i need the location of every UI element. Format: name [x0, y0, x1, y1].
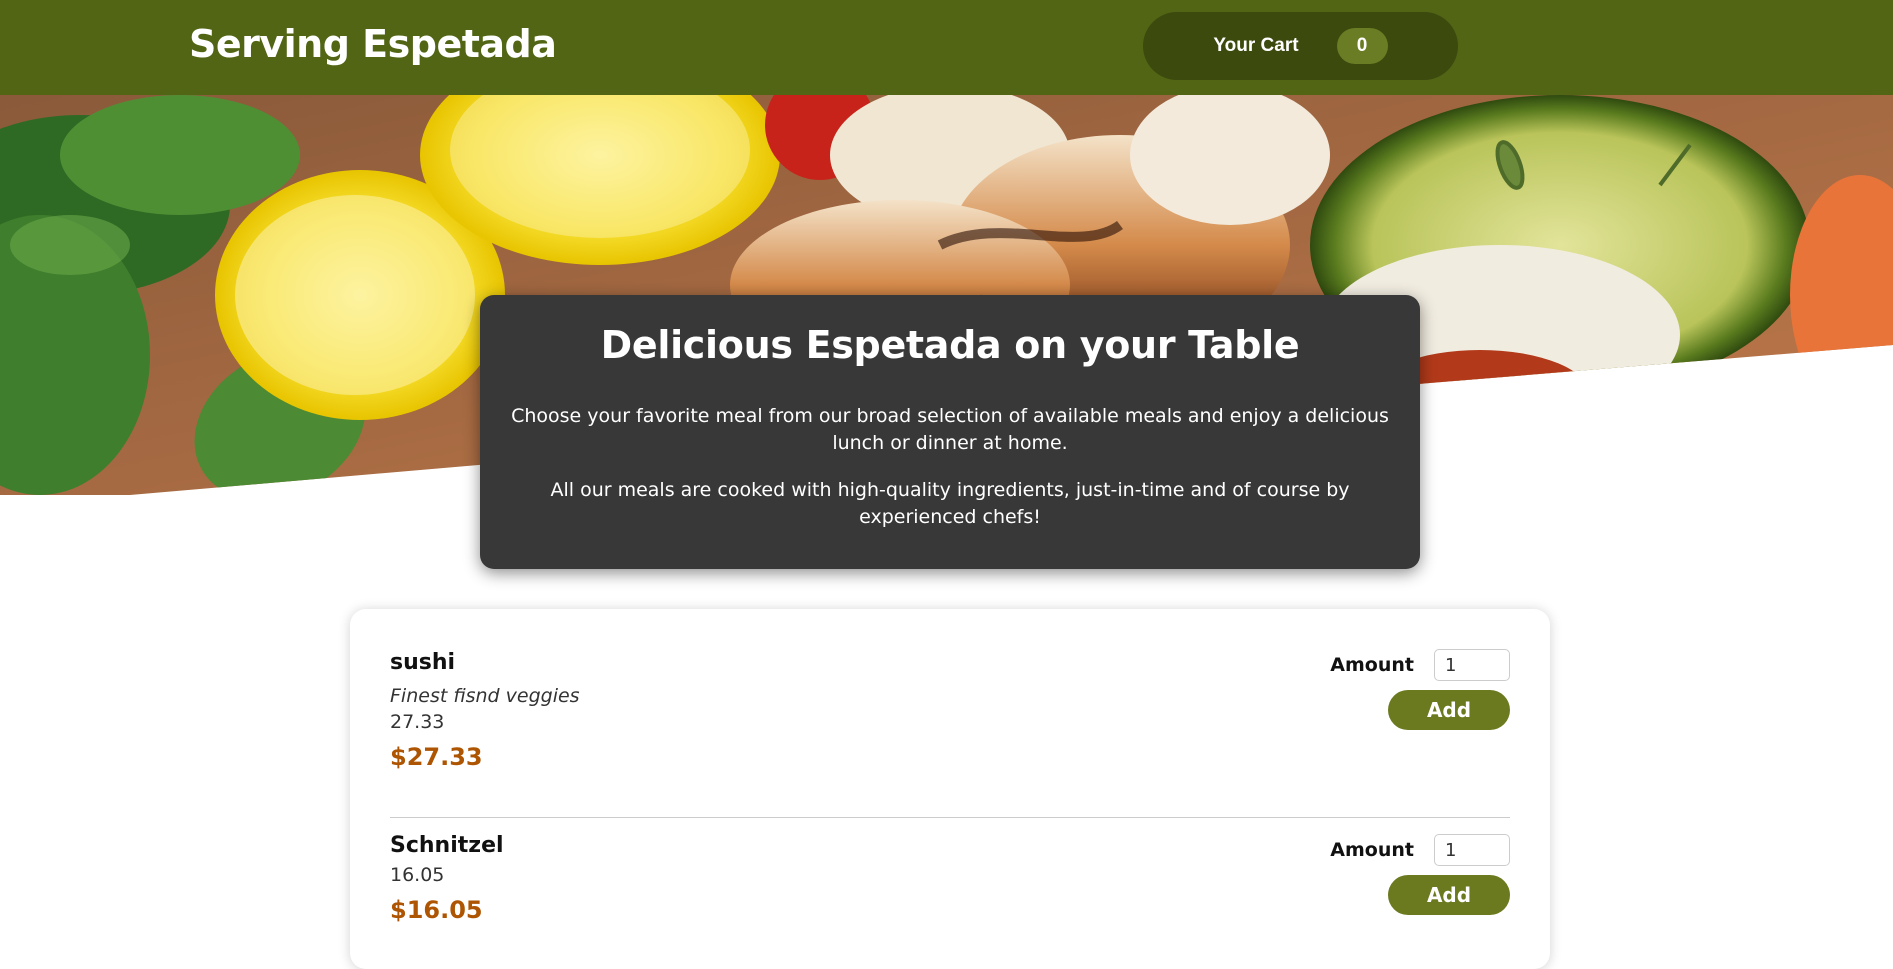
meal-raw-price: 27.33	[390, 711, 445, 733]
meal-description: Finest fisnd veggies	[390, 685, 580, 707]
amount-label: Amount	[1330, 839, 1414, 861]
meal-raw-price: 16.05	[390, 864, 445, 886]
add-to-cart-button[interactable]: Add	[1388, 875, 1510, 915]
meal-item: Schnitzel 16.05 $16.05 Amount Add	[390, 818, 1510, 958]
meal-name: Schnitzel	[390, 833, 504, 858]
summary-paragraph-1: Choose your favorite meal from our broad…	[511, 405, 1389, 454]
cart-button[interactable]: Your Cart 0	[1143, 12, 1458, 80]
meal-add-form: Amount Add	[1310, 834, 1510, 915]
meal-add-form: Amount Add	[1310, 649, 1510, 730]
add-to-cart-button[interactable]: Add	[1388, 690, 1510, 730]
meal-price: $27.33	[390, 743, 483, 771]
amount-input[interactable]	[1434, 649, 1510, 681]
cart-count-badge: 0	[1336, 28, 1388, 64]
meals-list-card: sushi Finest fisnd veggies 27.33 $27.33 …	[350, 609, 1550, 969]
app-title: Serving Espetada	[189, 22, 557, 66]
summary-heading: Delicious Espetada on your Table	[600, 323, 1300, 367]
cart-label: Your Cart	[1213, 35, 1299, 56]
meal-name: sushi	[390, 650, 456, 675]
summary-paragraph-2: All our meals are cooked with high-quali…	[550, 479, 1350, 528]
app-header: Serving Espetada Your Cart 0	[0, 0, 1893, 95]
meal-info: sushi Finest fisnd veggies 27.33 $27.33	[390, 649, 580, 771]
meal-info: Schnitzel 16.05 $16.05	[390, 832, 504, 924]
summary-card: Delicious Espetada on your Table Choose …	[480, 295, 1420, 569]
meal-price: $16.05	[390, 896, 483, 924]
amount-label: Amount	[1330, 654, 1414, 676]
meal-item: sushi Finest fisnd veggies 27.33 $27.33 …	[390, 649, 1510, 818]
amount-input[interactable]	[1434, 834, 1510, 866]
